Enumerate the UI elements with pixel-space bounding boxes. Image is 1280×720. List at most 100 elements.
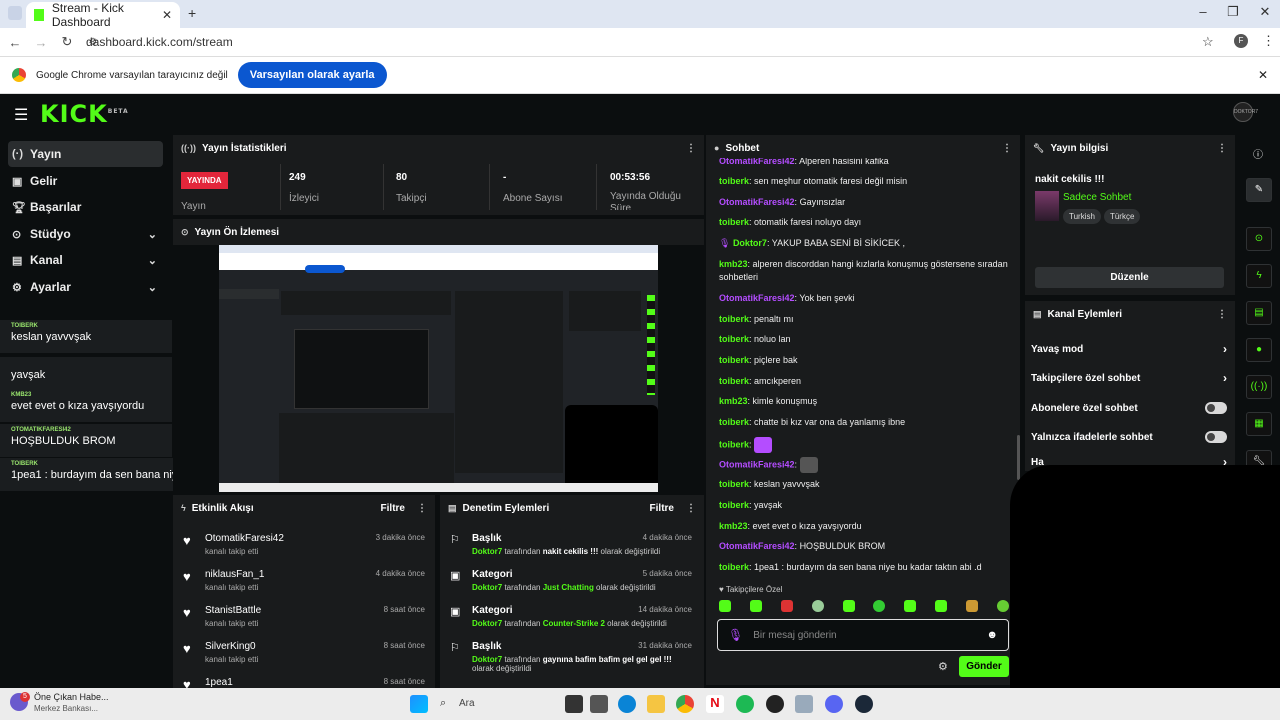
slow-mode-option[interactable]: Yavaş mod › — [1031, 336, 1227, 362]
chat-bubble-icon[interactable]: ● — [1246, 338, 1272, 362]
chat-user[interactable]: toiberk — [719, 562, 749, 572]
emote-icon[interactable] — [966, 600, 978, 612]
bookmark-star-icon[interactable]: ☆ — [1202, 34, 1214, 50]
send-button[interactable]: Gönder — [959, 656, 1009, 677]
emote-icon[interactable] — [935, 600, 948, 612]
mod-value[interactable]: Just Chatting — [543, 583, 594, 592]
activity-user[interactable]: OtomatikFaresi42 — [205, 533, 284, 544]
activity-user[interactable]: SilverKing0 — [205, 641, 258, 652]
netflix-icon[interactable]: N — [706, 695, 724, 713]
news-title[interactable]: Öne Çıkan Habe... — [34, 692, 109, 702]
mod-user[interactable]: Doktor7 — [472, 547, 502, 556]
search-icon[interactable]: ⌕ — [440, 697, 446, 710]
chrome-icon[interactable] — [676, 695, 694, 713]
chat-user[interactable]: OtomatikFaresi42 — [719, 460, 795, 470]
hamburger-menu-icon[interactable]: ☰ — [14, 105, 28, 125]
chat-user[interactable]: toiberk — [719, 334, 749, 344]
emote-icon[interactable] — [749, 600, 762, 612]
broadcast-icon[interactable]: ((·)) — [1246, 375, 1272, 399]
profile-avatar[interactable]: F — [1234, 34, 1248, 48]
chat-user[interactable]: toiberk — [719, 314, 749, 324]
url-field[interactable]: dashboard.kick.com/stream — [86, 31, 233, 53]
chat-user[interactable]: toiberk — [719, 500, 749, 510]
stream-preview-video[interactable] — [219, 245, 658, 492]
forward-icon[interactable]: → — [28, 35, 54, 50]
app-icon[interactable] — [590, 695, 608, 713]
minimize-icon[interactable]: – — [1188, 4, 1218, 19]
tab-search-icon[interactable] — [8, 6, 22, 20]
chat-user[interactable]: OtomatikFaresi42 — [719, 197, 795, 207]
window-close-icon[interactable]: ✕ — [1250, 4, 1280, 20]
sidebar-item-studio[interactable]: ⊙ Stüdyo ⌄ — [8, 221, 163, 247]
layers-icon[interactable]: ▦ — [1246, 412, 1272, 436]
bolt-icon[interactable]: ϟ — [1246, 264, 1272, 288]
followers-only-option[interactable]: Takipçilere özel sohbet › — [1031, 365, 1227, 391]
chat-user[interactable]: toiberk — [719, 417, 749, 427]
sidebar-item-revenue[interactable]: ▣ Gelir — [8, 168, 163, 194]
file-explorer-icon[interactable] — [647, 695, 665, 713]
obs-icon[interactable] — [766, 695, 784, 713]
chat-user[interactable]: OtomatikFaresi42 — [719, 293, 795, 303]
tab-close-icon[interactable]: ✕ — [162, 8, 172, 22]
channel-actions-menu-icon[interactable]: ⋮ — [1217, 309, 1227, 320]
app-icon[interactable] — [795, 695, 813, 713]
chat-input[interactable]: 🎙︎ Bir mesaj gönderin ☻ — [717, 619, 1009, 651]
emote-icon[interactable] — [996, 600, 1009, 612]
mod-value[interactable]: Counter-Strike 2 — [543, 619, 605, 628]
stream-info-menu-icon[interactable]: ⋮ — [1217, 143, 1227, 154]
browser-menu-icon[interactable]: ⋮ — [1262, 33, 1275, 49]
moderation-menu-icon[interactable]: ⋮ — [686, 503, 696, 514]
chat-user[interactable]: Doktor7 — [733, 238, 767, 248]
reload-icon[interactable]: ↻ — [54, 34, 80, 50]
chat-user[interactable]: kmb23 — [719, 259, 748, 269]
emote-icon[interactable] — [780, 600, 793, 612]
kick-logo[interactable]: KICKBETA — [40, 100, 129, 128]
mod-user[interactable]: Doktor7 — [472, 655, 502, 664]
edit-pencil-icon[interactable]: ✎ — [1246, 178, 1272, 202]
sidebar-item-stream[interactable]: (·) Yayın — [8, 141, 163, 167]
windows-start-icon[interactable] — [410, 695, 428, 713]
emote-icon[interactable] — [811, 600, 824, 612]
stats-menu-icon[interactable]: ⋮ — [686, 143, 696, 154]
chat-user[interactable]: OtomatikFaresi42 — [719, 541, 795, 551]
activity-user[interactable]: 1pea1 — [205, 677, 233, 688]
discord-icon[interactable] — [825, 695, 843, 713]
emoji-icon[interactable]: ☻ — [986, 629, 998, 641]
edge-icon[interactable] — [618, 695, 636, 713]
infobar-close-icon[interactable]: ✕ — [1258, 68, 1268, 82]
mod-user[interactable]: Doktor7 — [472, 619, 502, 628]
taskbar-search[interactable]: Ara — [459, 698, 475, 709]
chat-user[interactable]: toiberk — [719, 355, 749, 365]
emote-icon[interactable] — [719, 600, 731, 612]
mod-user[interactable]: Doktor7 — [472, 583, 502, 592]
chat-user[interactable]: OtomatikFaresi42 — [719, 158, 795, 166]
sidebar-item-settings[interactable]: ⚙ Ayarlar ⌄ — [8, 274, 163, 300]
subscribers-only-toggle[interactable] — [1205, 402, 1227, 414]
category-name[interactable]: Sadece Sohbet — [1063, 192, 1131, 203]
chat-settings-icon[interactable]: ⚙ — [938, 660, 948, 673]
activity-user[interactable]: StanistBattle — [205, 605, 261, 616]
sidebar-item-channel[interactable]: ▤ Kanal ⌄ — [8, 247, 163, 273]
info-icon[interactable]: ⓘ — [1253, 146, 1263, 161]
edit-button[interactable]: Düzenle — [1035, 267, 1224, 288]
task-view-icon[interactable] — [565, 695, 583, 713]
chat-user[interactable]: toiberk — [719, 479, 749, 489]
activity-filter-button[interactable]: Filtre — [381, 503, 405, 514]
new-tab-icon[interactable]: + — [188, 5, 196, 21]
activity-menu-icon[interactable]: ⋮ — [417, 503, 427, 514]
studio-icon[interactable]: ⊙ — [1246, 227, 1272, 251]
chat-user[interactable]: toiberk — [719, 217, 749, 227]
browser-tab[interactable]: Stream - Kick Dashboard ✕ — [26, 1, 180, 29]
chat-user[interactable]: kmb23 — [719, 396, 748, 406]
emote-icon[interactable] — [904, 600, 917, 612]
steam-icon[interactable] — [855, 695, 873, 713]
user-avatar[interactable]: DOKTOR7 — [1233, 102, 1258, 122]
chat-menu-icon[interactable]: ⋮ — [1002, 143, 1012, 154]
activity-user[interactable]: niklausFan_1 — [205, 569, 264, 580]
emote-icon[interactable] — [842, 600, 855, 612]
spotify-icon[interactable] — [736, 695, 754, 713]
chat-user[interactable]: toiberk — [719, 376, 749, 386]
document-icon[interactable]: ▤ — [1246, 301, 1272, 325]
back-icon[interactable]: ← — [2, 35, 28, 50]
chat-user[interactable]: toiberk — [719, 176, 749, 186]
